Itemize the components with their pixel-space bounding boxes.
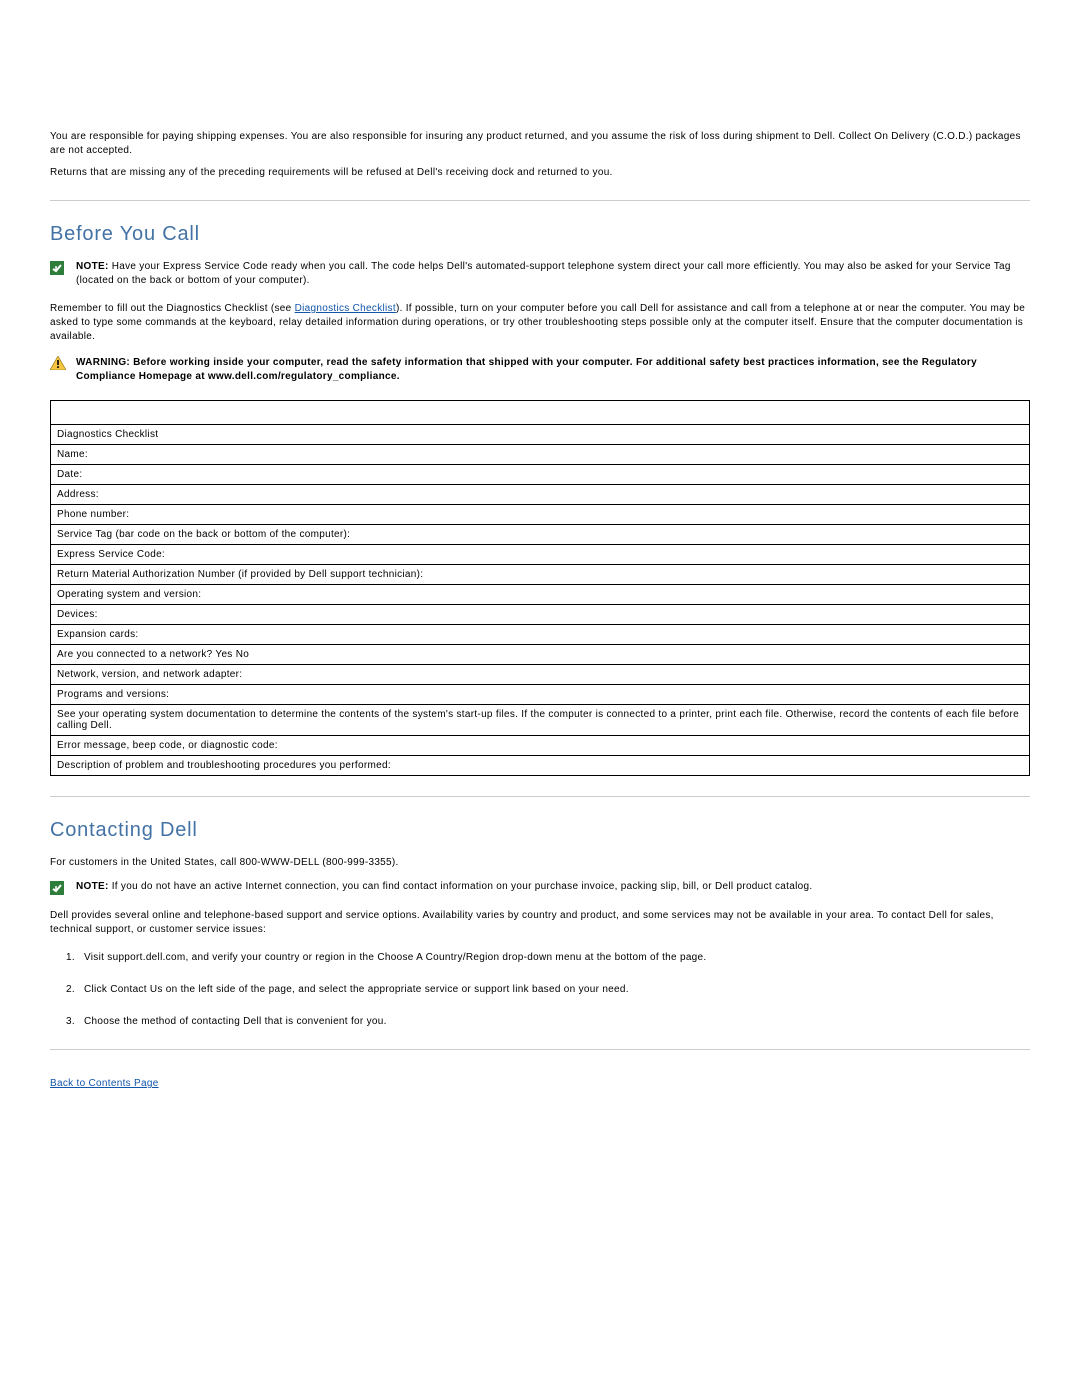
note-icon [50,261,68,275]
table-row: Phone number: [51,505,1030,525]
table-row: Express Service Code: [51,545,1030,565]
note-label: NOTE: [76,261,109,272]
table-row: Error message, beep code, or diagnostic … [51,736,1030,756]
diagnostics-checklist-table: Diagnostics Checklist Name: Date: Addres… [50,400,1030,776]
table-row: Name: [51,445,1030,465]
table-spacer-cell [51,401,1030,425]
table-row: Description of problem and troubleshooti… [51,756,1030,776]
table-row: Programs and versions: [51,685,1030,705]
note-text: NOTE: Have your Express Service Code rea… [76,260,1030,288]
note-block: NOTE: If you do not have an active Inter… [50,880,1030,895]
contact-steps: Visit support.dell.com, and verify your … [78,951,1030,1029]
contact-p2: Dell provides several online and telepho… [50,909,1030,937]
table-row: Diagnostics Checklist [51,425,1030,445]
heading-before-you-call: Before You Call [50,223,1030,246]
back-to-contents-link[interactable]: Back to Contents Page [50,1078,159,1089]
table-row: See your operating system documentation … [51,705,1030,736]
table-row: Devices: [51,605,1030,625]
divider [50,1049,1030,1050]
note-body: If you do not have an active Internet co… [109,881,813,892]
table-row: Network, version, and network adapter: [51,665,1030,685]
warning-body: Before working inside your computer, rea… [76,357,977,382]
table-row: Service Tag (bar code on the back or bot… [51,525,1030,545]
warning-block: WARNING: Before working inside your comp… [50,356,1030,384]
divider [50,200,1030,201]
list-item: Click Contact Us on the left side of the… [78,983,1030,997]
warning-icon [50,356,68,370]
table-row: Date: [51,465,1030,485]
note-text: NOTE: If you do not have an active Inter… [76,880,1030,894]
table-row: Operating system and version: [51,585,1030,605]
divider [50,796,1030,797]
table-row: Expansion cards: [51,625,1030,645]
diagnostics-checklist-link[interactable]: Diagnostics Checklist [295,303,396,314]
note-icon [50,881,68,895]
note-label: NOTE: [76,881,109,892]
intro-paragraph-2: Returns that are missing any of the prec… [50,166,1030,180]
list-item: Visit support.dell.com, and verify your … [78,951,1030,965]
heading-contacting-dell: Contacting Dell [50,819,1030,842]
table-row: Address: [51,485,1030,505]
before-call-paragraph: Remember to fill out the Diagnostics Che… [50,302,1030,344]
note-body: Have your Express Service Code ready whe… [76,261,1011,286]
warning-label: WARNING: [76,357,130,368]
note-block: NOTE: Have your Express Service Code rea… [50,260,1030,288]
contact-p1: For customers in the United States, call… [50,856,1030,870]
intro-paragraph-1: You are responsible for paying shipping … [50,130,1030,158]
warning-text: WARNING: Before working inside your comp… [76,356,1030,384]
table-row: Return Material Authorization Number (if… [51,565,1030,585]
para-pre: Remember to fill out the Diagnostics Che… [50,303,295,314]
page-content: You are responsible for paying shipping … [50,130,1030,1089]
list-item: Choose the method of contacting Dell tha… [78,1015,1030,1029]
table-row: Are you connected to a network? Yes No [51,645,1030,665]
